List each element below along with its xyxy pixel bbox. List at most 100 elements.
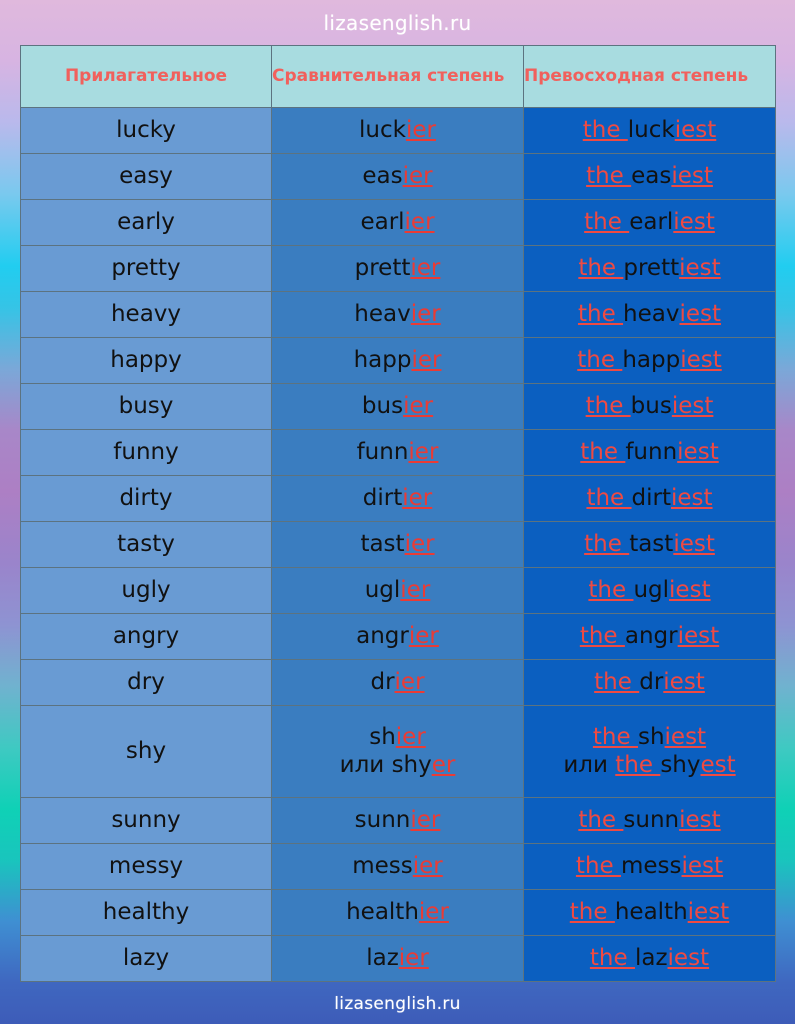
cell-superlative: the sunniest (523, 797, 776, 844)
adjective-degrees-table-container: Прилагательное Сравнительная степень Пре… (20, 45, 776, 982)
comparative-form: earlier (360, 209, 434, 235)
superlative-stem: laz (634, 944, 668, 971)
superlative-article: the (586, 162, 632, 189)
comparative-suffix: ier (410, 254, 441, 281)
superlative-stem: sh (637, 724, 665, 751)
cell-superlative: the earliest (523, 199, 776, 246)
superlative-article: the (582, 116, 628, 143)
comparative-form: sunnier (355, 807, 441, 833)
table-row: tasty tastier the tastiest (20, 521, 776, 568)
comparative-form: tastier (360, 531, 434, 557)
adjective-text: ugly (121, 576, 171, 603)
cell-superlative: the happiest (523, 337, 776, 384)
superlative-suffix: iest (670, 484, 713, 511)
superlative-suffix: iest (674, 116, 717, 143)
comparative-form: drier (370, 669, 424, 695)
cell-superlative: the luckiest (523, 107, 776, 154)
adjective-text: messy (108, 852, 184, 879)
comparative-form: easier (362, 163, 432, 189)
superlative-stem: angr (624, 622, 678, 649)
comparative-suffix: ier (404, 208, 435, 235)
cell-superlative: the easiest (523, 153, 776, 200)
adjective-text: early (117, 208, 175, 235)
superlative-article: the (579, 622, 625, 649)
superlative-alt-stem: shy (660, 751, 701, 778)
cell-superlative: the messiest (523, 843, 776, 890)
superlative-suffix: iest (667, 944, 710, 971)
cell-adjective: angry (20, 613, 272, 660)
cell-comparative: angrier (271, 613, 524, 660)
adjective-text: lazy (122, 944, 170, 971)
table-row: dry drier the driest (20, 659, 776, 706)
superlative-stem: earl (629, 208, 674, 235)
comparative-stem: tast (360, 530, 405, 557)
comparative-stem: prett (354, 254, 411, 281)
table-row: easy easier the easiest (20, 153, 776, 200)
superlative-form: the dirtiest (586, 485, 712, 511)
comparative-stem: laz (366, 944, 399, 971)
superlative-form: the earliest (584, 209, 715, 235)
adjective-text: funny (113, 438, 179, 465)
cell-superlative: the shiest или the shyest (523, 705, 776, 798)
cell-comparative: shier или shyer (271, 705, 524, 798)
table-body: lucky luckier the luckiest easy easier the ea… (20, 107, 776, 982)
superlative-stem: funn (625, 438, 678, 465)
comparative-suffix: ier (410, 300, 441, 327)
comparative-suffix: ier (402, 162, 433, 189)
superlative-form: the ugliest (588, 577, 710, 603)
cell-adjective: busy (20, 383, 272, 430)
table-row: heavy heavier the heaviest (20, 291, 776, 338)
superlative-alt-article: the (615, 751, 661, 778)
cell-comparative: drier (271, 659, 524, 706)
superlative-alt-form: или the shyest (524, 752, 775, 779)
comparative-suffix: ier (410, 806, 441, 833)
cell-adjective: happy (20, 337, 272, 384)
comparative-form: prettier (355, 255, 441, 281)
superlative-alt-conjunction: или (563, 751, 616, 778)
table-row: ugly uglier the ugliest (20, 567, 776, 614)
comparative-form: heavier (354, 301, 440, 327)
superlative-article: the (584, 208, 630, 235)
comparative-form: uglier (365, 577, 431, 603)
adjective-text: shy (125, 737, 167, 764)
superlative-suffix: iest (679, 806, 721, 833)
comparative-stem: earl (360, 208, 405, 235)
cell-superlative: the healthiest (523, 889, 776, 936)
cell-adjective: pretty (20, 245, 272, 292)
table-row: lazy lazier the laziest (20, 935, 776, 982)
adjective-text: tasty (117, 530, 175, 557)
superlative-article: the (578, 806, 624, 833)
superlative-form: the healthiest (570, 899, 729, 925)
cell-adjective: messy (20, 843, 272, 890)
adjective-text: dry (127, 668, 165, 695)
cell-comparative: heavier (271, 291, 524, 338)
superlative-form: the driest (594, 669, 705, 695)
comparative-stem: sh (369, 724, 396, 751)
superlative-suffix: iest (677, 622, 720, 649)
comparative-form: funnier (357, 439, 439, 465)
cell-superlative: the ugliest (523, 567, 776, 614)
comparative-suffix: ier (402, 484, 433, 511)
cell-comparative: earlier (271, 199, 524, 246)
superlative-article: the (580, 438, 626, 465)
superlative-stem: dr (639, 668, 664, 695)
comparative-suffix: ier (398, 944, 429, 971)
comparative-suffix: ier (395, 724, 426, 751)
comparative-alt-form: или shyer (272, 752, 523, 779)
cell-adjective: dirty (20, 475, 272, 522)
superlative-alt-suffix: est (700, 751, 736, 778)
adjective-text: easy (119, 162, 173, 189)
adjective-text: sunny (111, 806, 181, 833)
superlative-stem: luck (627, 116, 675, 143)
table-row: early earlier the earliest (20, 199, 776, 246)
superlative-suffix: iest (673, 530, 715, 557)
comparative-form: busier (362, 393, 433, 419)
superlative-article: the (588, 576, 634, 603)
superlative-suffix: iest (681, 852, 724, 879)
cell-adjective: dry (20, 659, 272, 706)
cell-adjective: healthy (20, 889, 272, 936)
comparative-form: lazier (366, 945, 429, 971)
cell-superlative: the angriest (523, 613, 776, 660)
comparative-stem: happ (353, 346, 412, 373)
comparative-stem: bus (361, 392, 404, 419)
